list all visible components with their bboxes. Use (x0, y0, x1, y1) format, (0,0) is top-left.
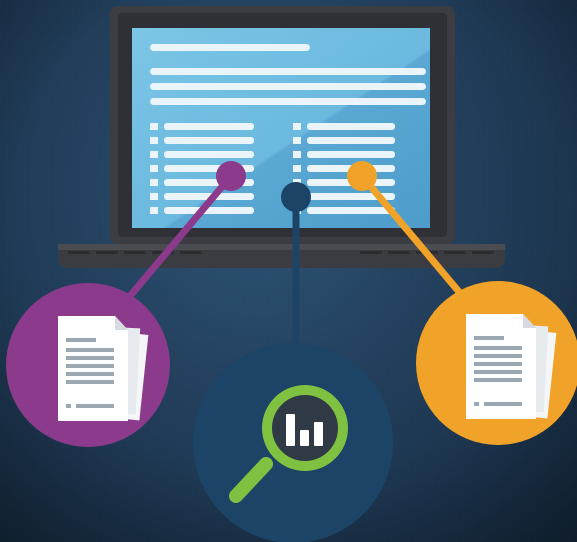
magnifier-lens (272, 395, 338, 461)
screen-text-line (150, 98, 426, 105)
illustration (0, 0, 577, 542)
screen-heading-line (150, 44, 310, 51)
illustration-canvas (0, 0, 577, 542)
laptop-icon (58, 6, 505, 268)
document-circle-purple (6, 283, 170, 447)
screen-text-line (150, 68, 426, 75)
connector-dot-purple (216, 161, 246, 191)
analytics-circle-navy (193, 343, 393, 542)
document-stack-icon (58, 316, 149, 421)
connector-dot-navy (281, 182, 311, 212)
screen-text-line (150, 83, 426, 90)
connector-dot-orange (347, 161, 377, 191)
document-circle-orange (416, 281, 577, 445)
document-stack-icon (466, 314, 557, 419)
